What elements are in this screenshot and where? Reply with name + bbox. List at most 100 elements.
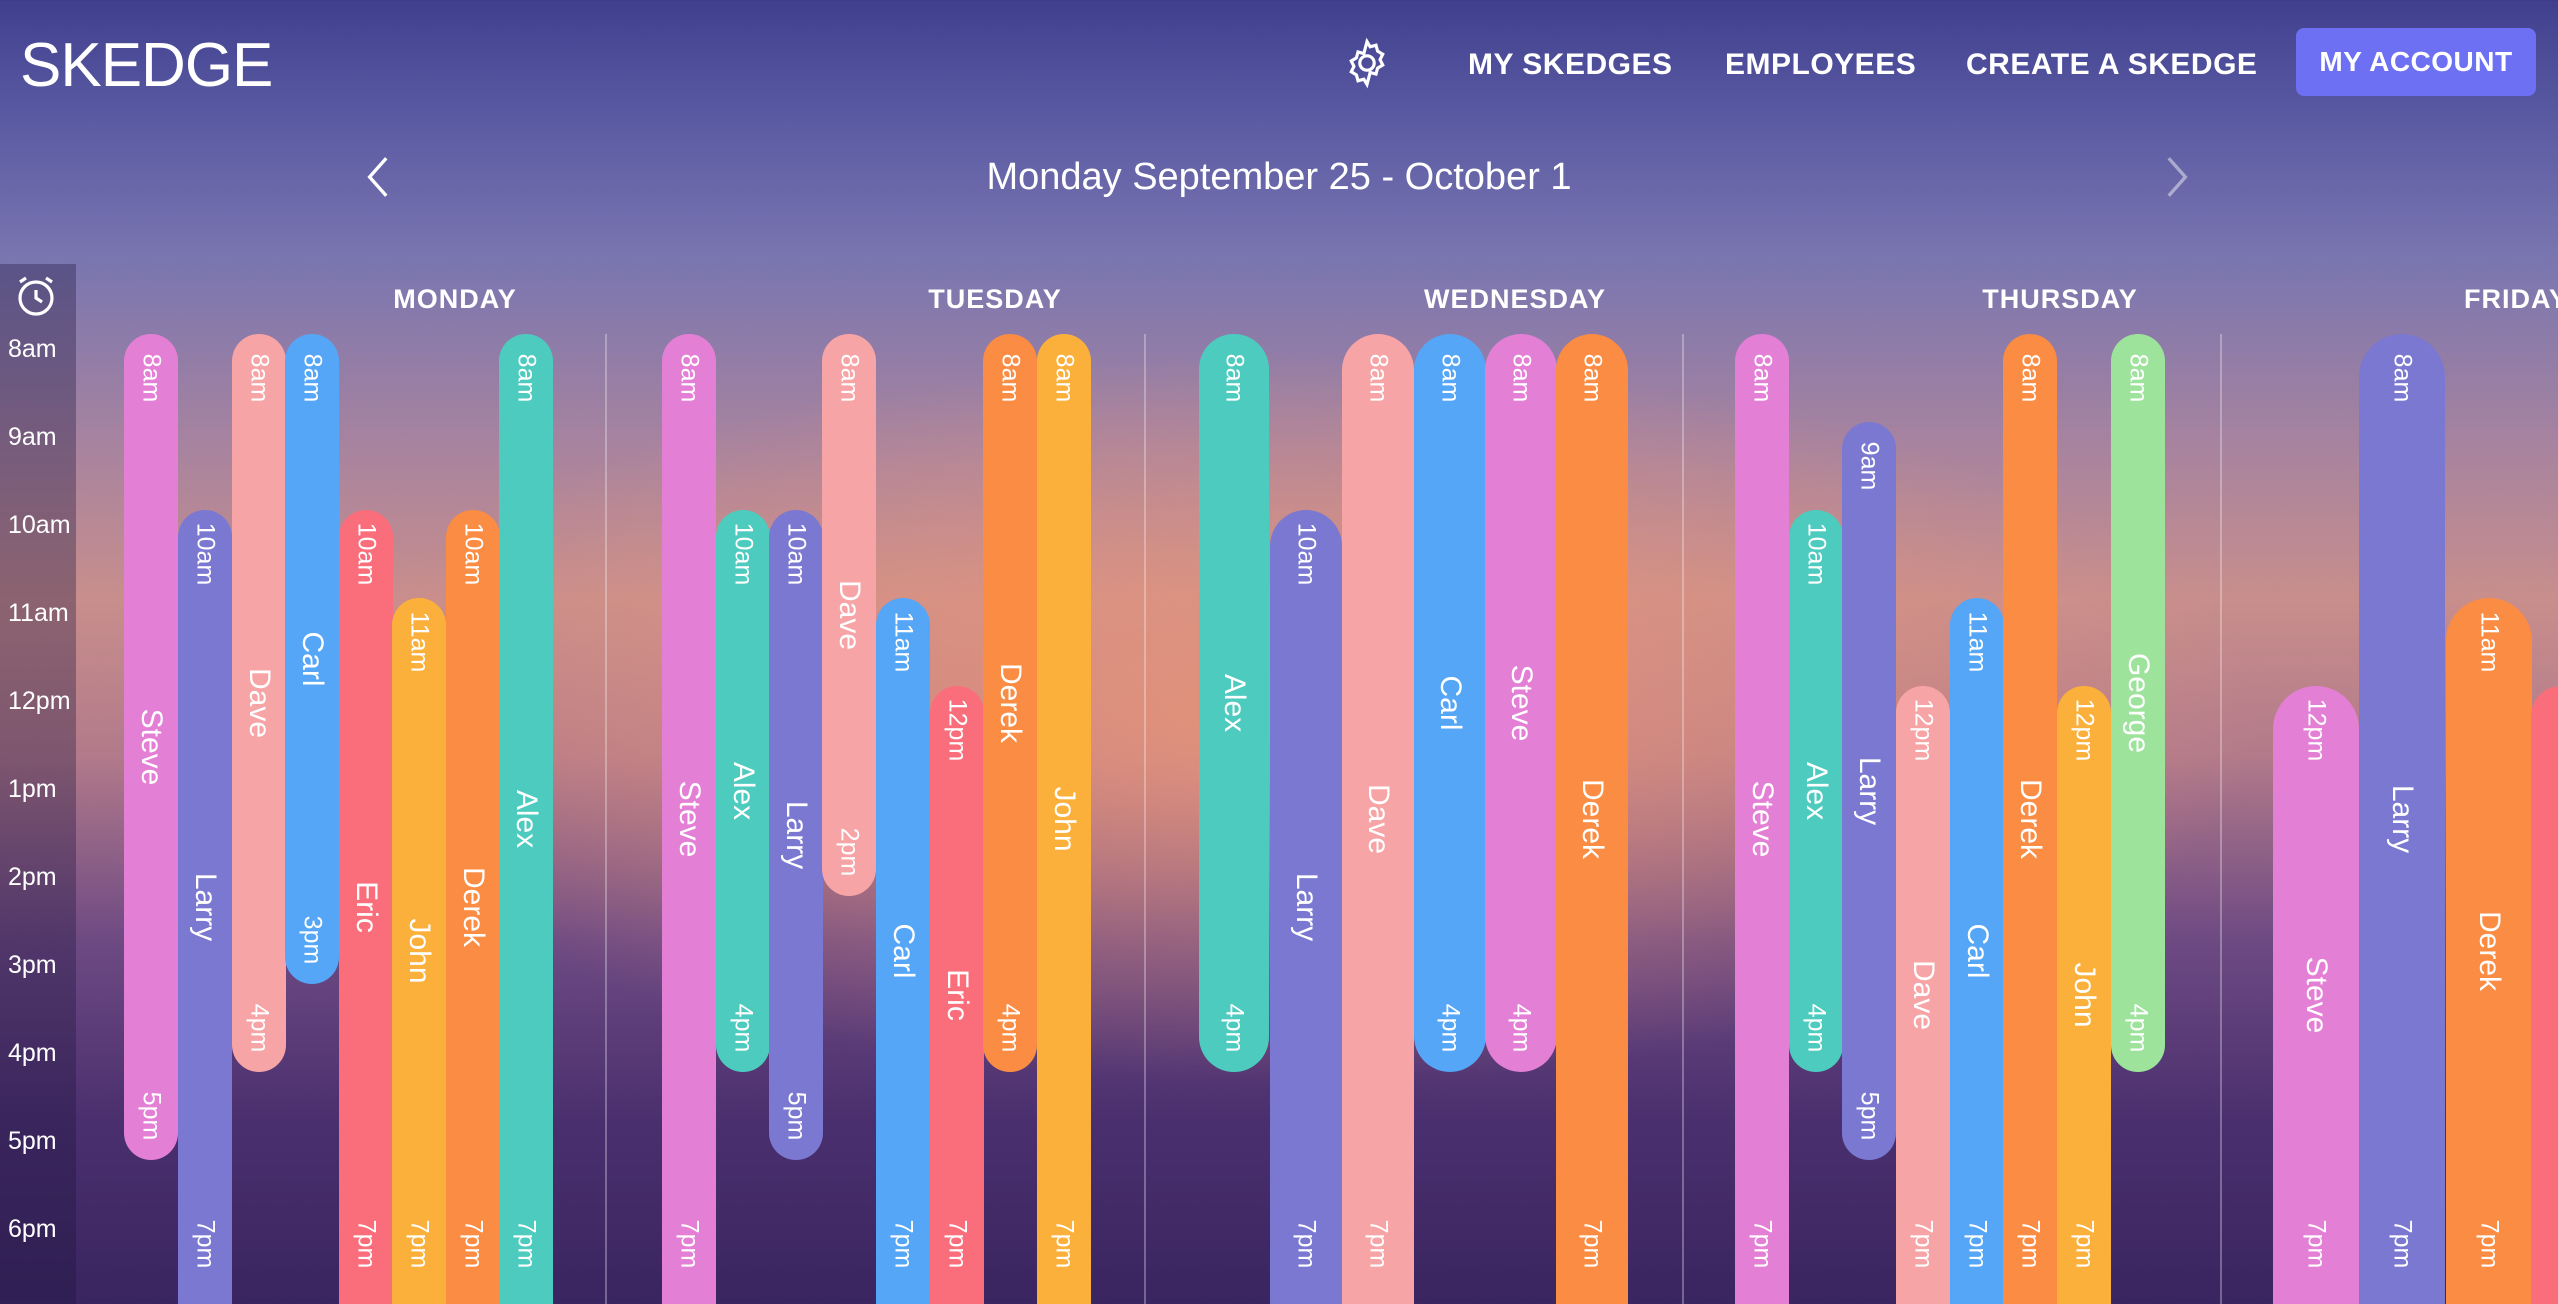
shift-bar-carl[interactable]: 11am Carl 7pm [876,598,930,1304]
shift-employee: Dave [243,667,276,739]
shift-end: 7pm [1963,1219,1992,1269]
shift-employee: Dave [1907,959,1940,1031]
shift-employee: Carl [887,923,920,979]
shift-employee: Alex [1218,673,1251,733]
shift-bar-alex[interactable]: 8am Alex 7pm [499,334,553,1304]
shift-bar-larry[interactable]: 10am Larry 7pm [1270,510,1342,1304]
shift-start: 8am [1364,353,1393,403]
shift-end: 7pm [889,1219,918,1269]
shift-end: 4pm [1220,1003,1249,1053]
time-label: 11am [8,599,69,627]
shift-bar-steve[interactable]: 8am Steve 7pm [662,334,716,1304]
shift-employee: Larry [780,800,813,870]
shift-end: 5pm [1855,1091,1884,1141]
shift-employee: Carl [1434,675,1467,731]
time-label: 6pm [8,1215,57,1243]
shift-bar-derek[interactable]: 10am Derek 7pm [446,510,500,1304]
app-logo[interactable]: SKEDGE [20,30,273,101]
shift-end: 7pm [405,1219,434,1269]
nav-employees[interactable]: EMPLOYEES [1725,48,1916,82]
shift-employee: Steve [673,780,706,858]
shift-bar-larry[interactable]: 10am Larry 7pm [178,510,232,1304]
nav-my-skedges[interactable]: MY SKEDGES [1468,48,1673,82]
day-divider [2220,334,2222,1304]
shift-bar-dave[interactable]: 8am Dave 7pm [1342,334,1414,1304]
shift-bar-derek[interactable]: 8am Derek 7pm [1556,334,1628,1304]
shift-bar-carl[interactable]: 8am Carl 4pm [1414,334,1486,1072]
shift-end: 5pm [137,1091,166,1141]
shift-end: 7pm [512,1219,541,1269]
shift-start: 8am [245,353,274,403]
time-label: 3pm [8,951,57,979]
shift-start: 8am [1220,353,1249,403]
shift-start: 8am [1748,353,1777,403]
shift-employee: Eric [941,969,974,1021]
shift-bar-steve[interactable]: 8am Steve 5pm [124,334,178,1160]
shift-bar-partial[interactable] [2531,686,2558,1304]
shift-bar-larry[interactable]: 9am Larry 5pm [1842,422,1896,1160]
shift-end: 5pm [782,1091,811,1141]
shift-bar-dave[interactable]: 8am Dave 4pm [232,334,286,1072]
shift-bar-derek[interactable]: 8am Derek 4pm [983,334,1037,1072]
shift-end: 7pm [2388,1219,2417,1269]
shift-bar-eric[interactable]: 12pm Eric 7pm [930,686,984,1304]
shift-employee: Larry [1290,872,1323,942]
shift-bar-dave[interactable]: 12pm Dave 7pm [1896,686,1950,1304]
shift-start: 12pm [943,698,972,762]
shift-end: 4pm [2124,1003,2153,1053]
shift-bar-john[interactable]: 8am John 7pm [1037,334,1091,1304]
shift-start: 12pm [2070,698,2099,762]
chevron-right-icon[interactable] [2150,152,2200,202]
day-header-monday: MONDAY [393,284,517,314]
shift-end: 7pm [2070,1219,2099,1269]
shift-start: 10am [1802,522,1831,586]
shift-employee: John [403,918,436,984]
my-account-button[interactable]: MY ACCOUNT [2296,28,2536,96]
day-header-friday: FRIDAY [2463,284,2558,314]
shift-end: 4pm [1507,1003,1536,1053]
shift-end: 4pm [1802,1003,1831,1053]
shift-bar-john[interactable]: 11am John 7pm [392,598,446,1304]
shift-employee: Steve [135,708,168,786]
nav-create-skedge[interactable]: CREATE A SKEDGE [1966,48,2257,82]
shift-start: 8am [675,353,704,403]
shift-employee: John [2068,962,2101,1028]
shift-bar-steve[interactable]: 8am Steve 7pm [1735,334,1789,1304]
shift-bar-carl[interactable]: 8am Carl 3pm [285,334,339,984]
shift-bar-alex[interactable]: 8am Alex 4pm [1199,334,1269,1072]
shift-employee: Derek [994,662,1027,744]
shift-start: 8am [512,353,541,403]
shift-bar-steve[interactable]: 12pm Steve 7pm [2273,686,2359,1304]
shift-end: 7pm [191,1219,220,1269]
shift-bar-steve[interactable]: 8am Steve 4pm [1485,334,1557,1072]
shift-bar-dave[interactable]: 8am Dave 2pm [822,334,876,896]
shift-end: 4pm [1436,1003,1465,1053]
shift-bar-george[interactable]: 8am George 4pm [2111,334,2165,1072]
shift-start: 8am [835,353,864,403]
shift-start: 8am [1578,353,1607,403]
shift-bar-alex[interactable]: 10am Alex 4pm [1789,510,1843,1072]
shift-bar-derek[interactable]: 8am Derek 7pm [2003,334,2057,1304]
shift-end: 7pm [1578,1219,1607,1269]
time-label: 9am [8,423,57,451]
shift-start: 8am [2388,353,2417,403]
shift-bar-carl[interactable]: 11am Carl 7pm [1950,598,2004,1304]
shift-employee: John [1048,786,1081,852]
shift-employee: Eric [350,881,383,933]
shift-end: 7pm [459,1219,488,1269]
gear-icon[interactable] [1340,36,1394,90]
shift-bar-larry[interactable]: 10am Larry 5pm [769,510,823,1160]
shift-start: 10am [1292,522,1321,586]
shift-bar-john[interactable]: 12pm John 7pm [2057,686,2111,1304]
shift-bar-derek[interactable]: 11am Derek 7pm [2446,598,2532,1304]
shift-employee: Carl [1961,923,1994,979]
shift-start: 10am [459,522,488,586]
shift-start: 8am [996,353,1025,403]
shift-start: 8am [298,353,327,403]
shift-bar-eric[interactable]: 10am Eric 7pm [339,510,393,1304]
shift-start: 10am [729,522,758,586]
shift-start: 8am [1050,353,1079,403]
shift-bar-larry[interactable]: 8am Larry 7pm [2359,334,2445,1304]
shift-employee: Dave [1362,783,1395,855]
shift-bar-alex[interactable]: 10am Alex 4pm [716,510,770,1072]
